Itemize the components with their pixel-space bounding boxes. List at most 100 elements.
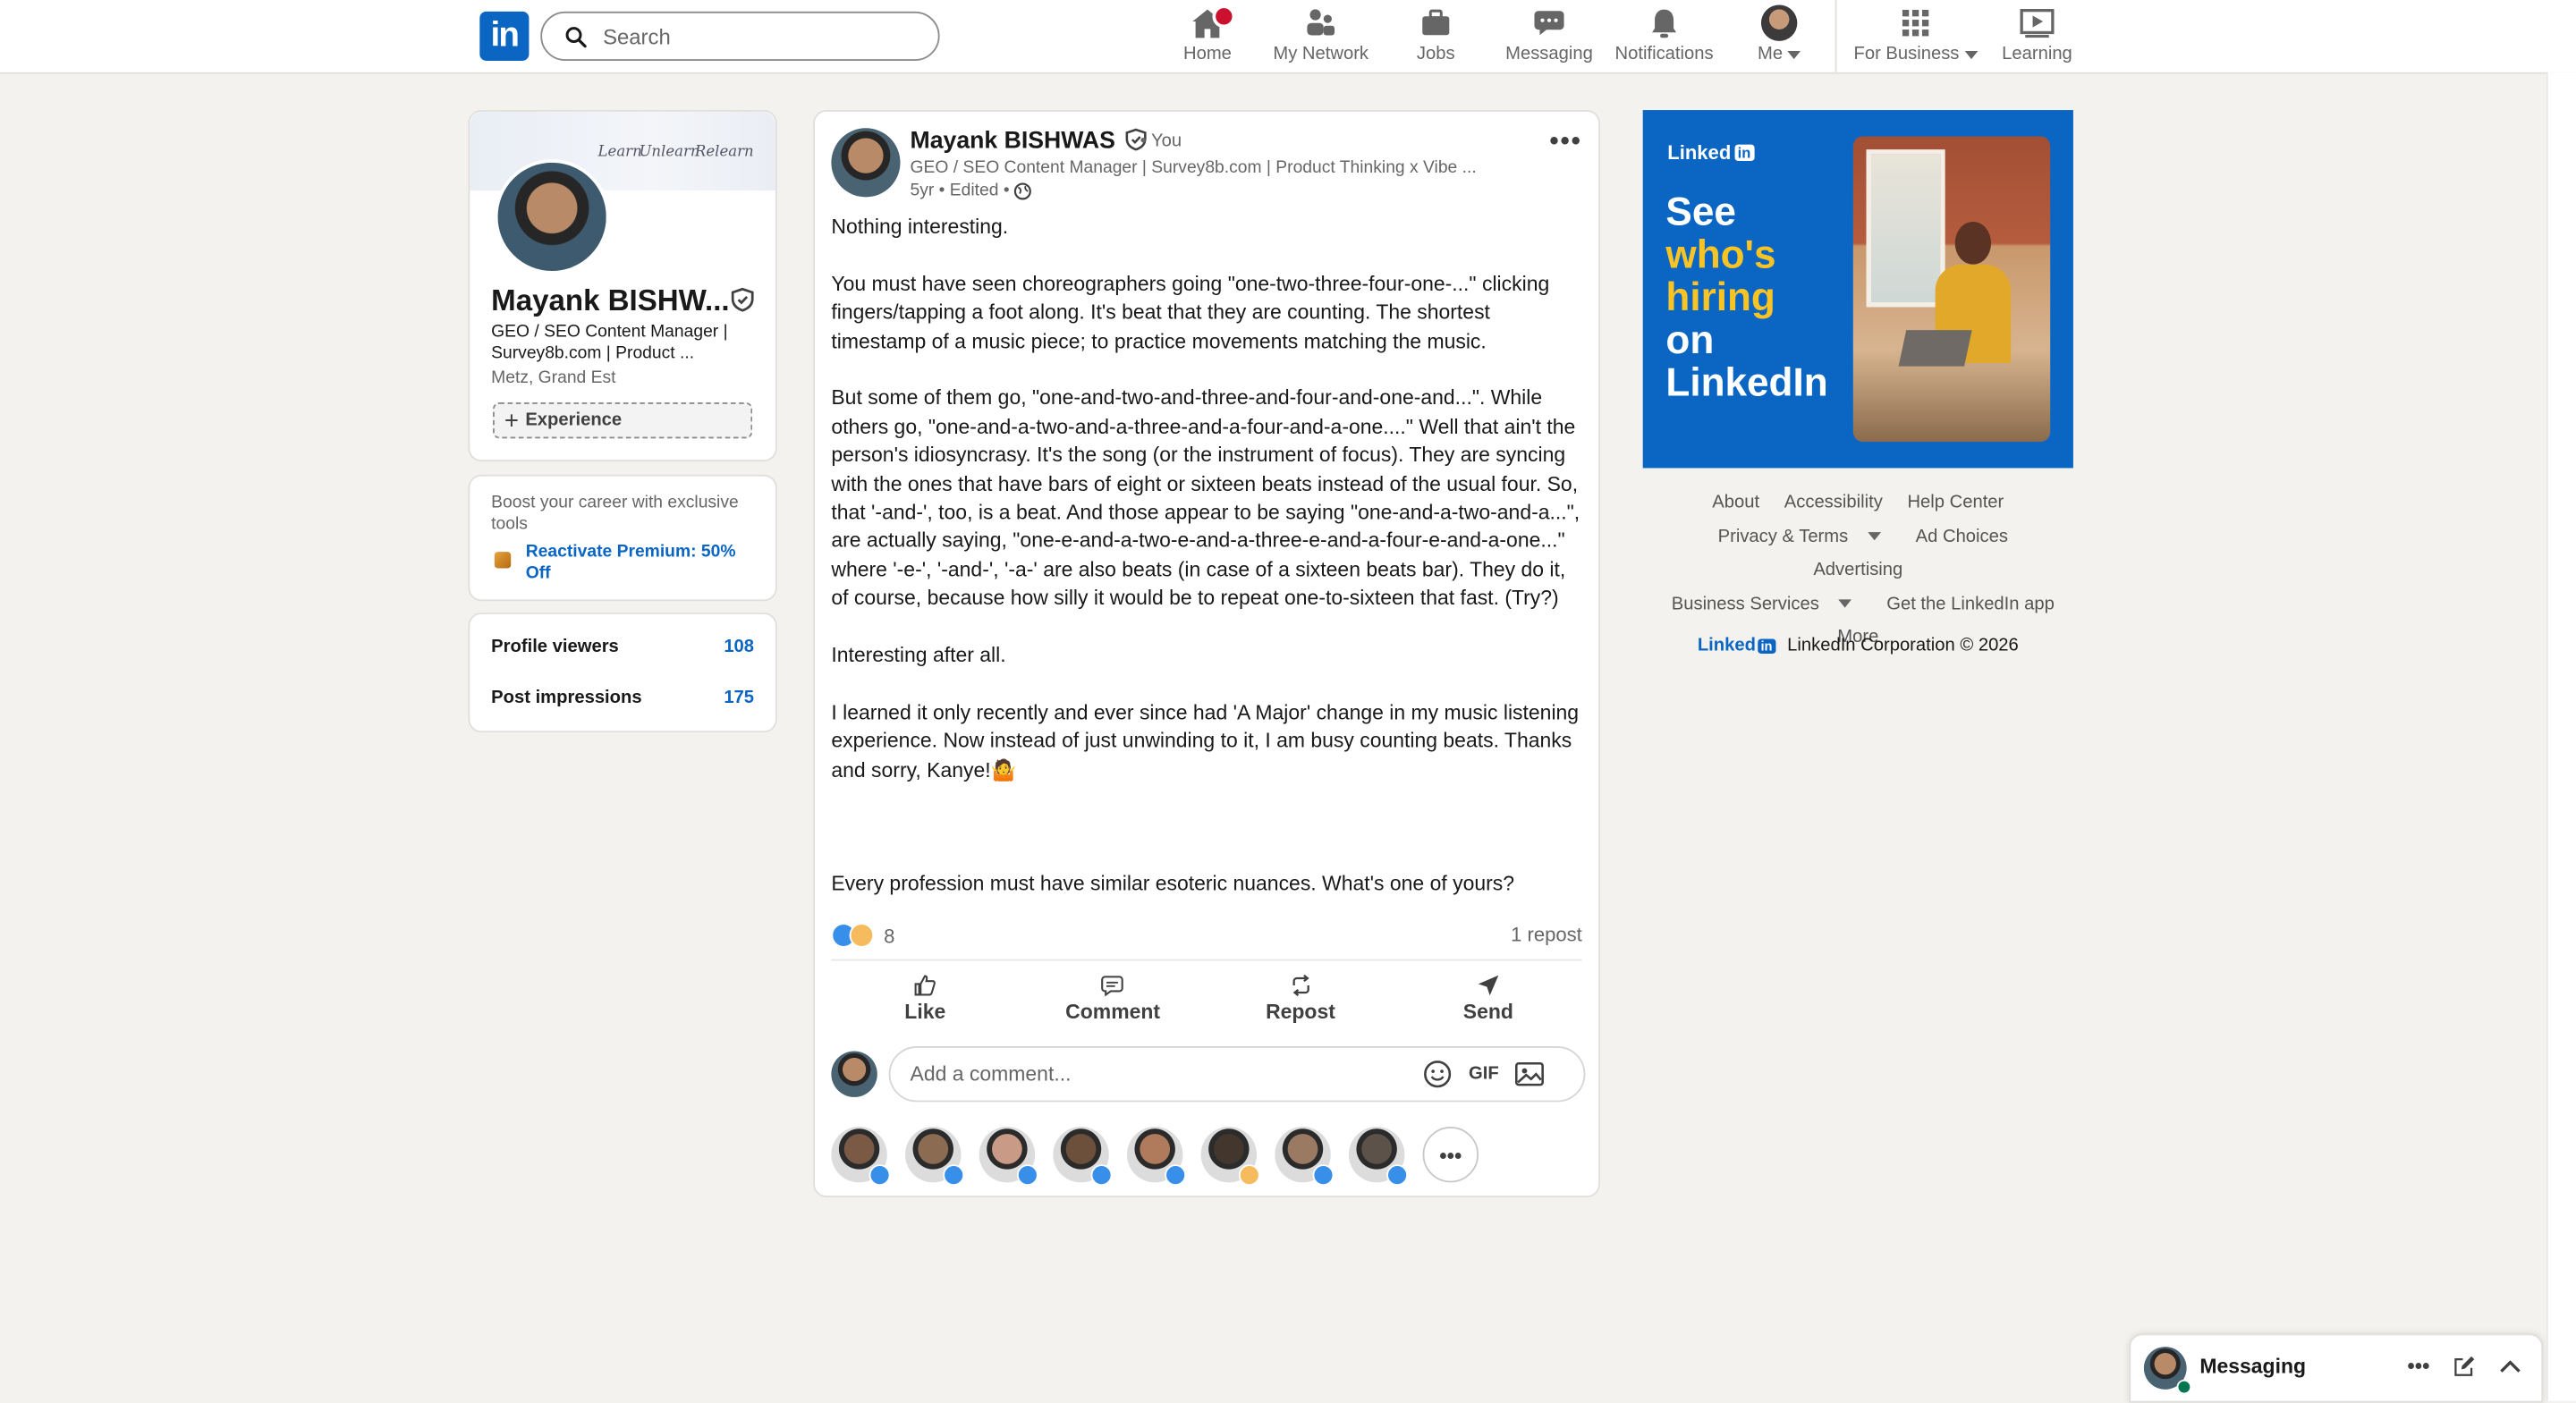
reactor-avatar[interactable] <box>1200 1126 1260 1187</box>
verified-icon <box>731 287 754 312</box>
laptop-illustration <box>1898 330 1972 367</box>
post-paragraph: Nothing interesting. <box>831 215 1009 239</box>
banner-text: Unlearn <box>639 144 700 161</box>
link-label: Business Services <box>1671 593 1819 614</box>
footer-brand-in: in <box>1757 638 1776 654</box>
nav-my-network[interactable]: My Network <box>1268 0 1374 64</box>
messaging-title: Messaging <box>2199 1355 2307 1378</box>
nav-label: My Network <box>1273 44 1369 64</box>
nav-learning[interactable]: Learning <box>1999 0 2074 64</box>
footer-link-accessibility[interactable]: Accessibility <box>1784 493 1883 512</box>
profile-card: Learn Unlearn Relearn Mayank BISHW... GE… <box>468 110 777 462</box>
footer-link-privacy-terms[interactable]: Privacy & Terms <box>1708 527 1891 546</box>
ad-line: LinkedIn <box>1665 361 1828 406</box>
add-experience-button[interactable]: + Experience <box>493 401 753 439</box>
nav-notifications[interactable]: Notifications <box>1610 0 1718 64</box>
hiring-ad[interactable]: Linked in See who's hiring on LinkedIn <box>1642 110 2073 469</box>
reactor-avatar[interactable] <box>1275 1126 1335 1187</box>
search-bar[interactable] <box>540 11 940 61</box>
comment-input[interactable] <box>906 1061 1423 1087</box>
footer-link-get-app[interactable]: Get the LinkedIn app <box>1886 594 2055 613</box>
emoji-icon[interactable] <box>1423 1060 1453 1089</box>
post-paragraph: But some of them go, "one-and-two-and-th… <box>831 386 1586 610</box>
reactor-avatar[interactable] <box>905 1126 965 1187</box>
reactor-avatar[interactable] <box>831 1126 891 1187</box>
more-reactors-button[interactable]: ••• <box>1422 1126 1479 1183</box>
compose-icon[interactable] <box>2453 1354 2476 1377</box>
profile-location: Metz, Grand Est <box>491 368 616 388</box>
author-headline: GEO / SEO Content Manager | Survey8b.com… <box>910 157 1477 178</box>
profile-viewers-row[interactable]: Profile viewers 108 <box>491 638 754 657</box>
action-label: Comment <box>1065 1000 1161 1024</box>
post-meta: 5yr • Edited • <box>911 181 1033 200</box>
chevron-up-icon[interactable] <box>2499 1357 2522 1373</box>
reactor-avatar[interactable] <box>1348 1126 1409 1187</box>
reactor-avatar[interactable] <box>979 1126 1038 1187</box>
profile-photo[interactable] <box>494 159 610 275</box>
linkedin-logo: Linked in <box>1698 636 1776 655</box>
chevron-down-icon <box>1963 50 1978 59</box>
repost-button[interactable]: Repost <box>1218 968 1383 1030</box>
nav-home[interactable]: Home <box>1170 0 1245 64</box>
footer-links: About Accessibility Help Center Privacy … <box>1643 486 2073 655</box>
footer-link-about[interactable]: About <box>1712 493 1759 512</box>
profile-name[interactable]: Mayank BISHW... <box>491 284 729 319</box>
more-options-icon[interactable]: ••• <box>1549 128 1581 157</box>
footer-link-ad-choices[interactable]: Ad Choices <box>1916 527 2008 546</box>
insightful-reaction-icon <box>849 923 875 948</box>
you-label: • You <box>1140 131 1182 151</box>
footer-link-advertising[interactable]: Advertising <box>1813 560 1902 579</box>
ad-brand: Linked <box>1667 140 1732 165</box>
footer-link-help-center[interactable]: Help Center <box>1907 493 2004 512</box>
nav-messaging[interactable]: Messaging <box>1502 0 1597 64</box>
nav-label: Jobs <box>1416 44 1455 64</box>
repost-count[interactable]: 1 repost <box>1511 923 1582 946</box>
gif-button[interactable]: GIF <box>1469 1064 1499 1084</box>
post-paragraph: You must have seen choreographers going … <box>831 272 1555 353</box>
chevron-down-icon <box>1868 532 1881 541</box>
jobs-icon <box>1418 5 1453 41</box>
ad-line: See <box>1665 190 1736 235</box>
premium-card: Boost your career with exclusive tools R… <box>468 474 777 602</box>
link-label: Privacy & Terms <box>1717 526 1849 546</box>
nav-label: For Business <box>1853 44 1960 64</box>
author-name[interactable]: Mayank BISHWAS <box>911 128 1147 155</box>
messaging-widget[interactable]: Messaging ••• <box>2129 1333 2544 1403</box>
more-options-icon[interactable]: ••• <box>2407 1353 2429 1378</box>
nav-for-business[interactable]: For Business <box>1852 0 1979 64</box>
globe-icon <box>1014 182 1032 199</box>
like-reaction-icon <box>943 1164 965 1187</box>
like-reaction-icon <box>1165 1164 1187 1187</box>
comment-button[interactable]: Comment <box>1030 968 1195 1030</box>
scrollbar[interactable] <box>2546 72 2576 1401</box>
linkedin-logo: Linked in <box>1667 141 1754 165</box>
top-navigation-bar: in Home My Network <box>0 0 2576 74</box>
image-icon[interactable] <box>1515 1061 1545 1087</box>
ad-line: on <box>1665 318 1715 363</box>
send-button[interactable]: Send <box>1406 968 1571 1030</box>
nav-me[interactable]: Me <box>1751 0 1807 64</box>
nav-jobs[interactable]: Jobs <box>1406 0 1465 64</box>
banner-text: Learn <box>597 144 642 161</box>
stats-card: Profile viewers 108 Post impressions 175 <box>468 613 777 733</box>
reactions-summary[interactable]: 8 <box>831 923 894 948</box>
post-actions: Like Comment Repost Send <box>831 968 1581 1030</box>
reaction-count: 8 <box>884 924 895 947</box>
like-button[interactable]: Like <box>843 968 1007 1030</box>
search-input[interactable] <box>599 21 902 51</box>
banner-text: Relearn <box>694 144 754 161</box>
reactivate-premium-link[interactable]: Reactivate Premium: 50% Off <box>526 542 756 585</box>
nav-label: Messaging <box>1505 44 1593 64</box>
stat-label: Profile viewers <box>491 637 619 657</box>
reactor-avatar[interactable] <box>1126 1126 1187 1187</box>
reactor-avatar[interactable] <box>1053 1126 1113 1187</box>
author-avatar[interactable] <box>831 128 901 198</box>
linkedin-logo[interactable]: in <box>479 11 530 61</box>
post-impressions-row[interactable]: Post impressions 175 <box>491 689 754 708</box>
footer-link-business-services[interactable]: Business Services <box>1662 594 1862 613</box>
action-label: Like <box>904 1000 946 1024</box>
ad-brand-in: in <box>1733 144 1754 161</box>
divider <box>831 959 1582 961</box>
comment-box[interactable]: GIF <box>888 1045 1586 1103</box>
post-paragraph: Every profession must have similar esote… <box>831 872 1515 896</box>
